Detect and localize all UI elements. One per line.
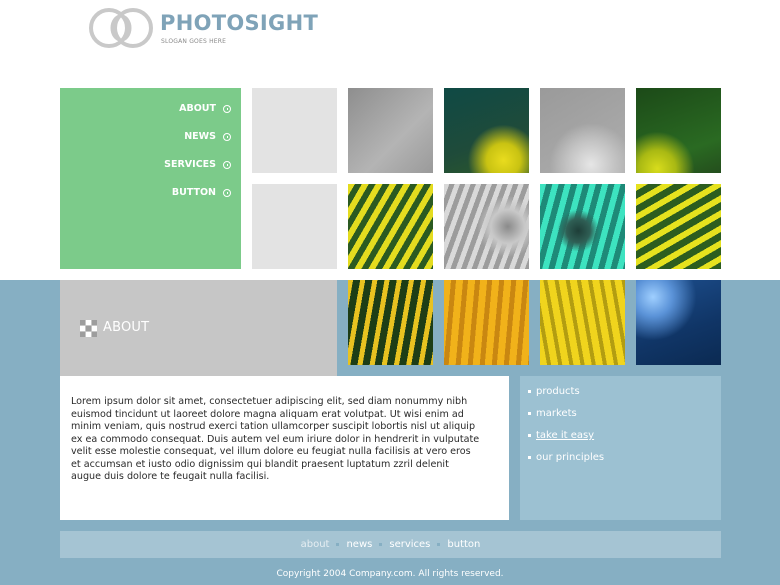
main-nav: ABOUT NEWS SERVICES BUTTON — [60, 88, 241, 269]
square-bullet-icon — [528, 390, 531, 393]
photo-tile — [348, 280, 433, 365]
photo-tile — [540, 280, 625, 365]
sidebar-link-products[interactable]: products — [528, 386, 580, 397]
grid-tile-blank — [252, 184, 337, 269]
nav-item-label: SERVICES — [164, 159, 216, 170]
brand-title: PHOTOSIGHT — [160, 11, 319, 35]
sidebar-link-label: markets — [536, 408, 577, 419]
circle-bullet-icon — [223, 188, 231, 197]
footer-link-news[interactable]: news — [346, 539, 372, 550]
photo-tile — [348, 88, 433, 173]
grid-tile-blank — [252, 88, 337, 173]
nav-item-news[interactable]: NEWS — [184, 131, 231, 142]
nav-item-about[interactable]: ABOUT — [179, 103, 231, 114]
footer-nav: about news services button — [60, 531, 721, 558]
section-title: ABOUT — [103, 320, 150, 335]
section-header: ABOUT — [60, 280, 337, 376]
nav-item-services[interactable]: SERVICES — [164, 159, 231, 170]
square-bullet-icon — [528, 434, 531, 437]
square-bullet-icon — [528, 412, 531, 415]
sidebar-links: products markets take it easy our princi… — [520, 376, 721, 520]
photo-tile — [444, 88, 529, 173]
nav-item-label: BUTTON — [171, 187, 216, 198]
photo-tile — [540, 88, 625, 173]
sidebar-link-label: products — [536, 386, 580, 397]
nav-item-label: ABOUT — [179, 103, 216, 114]
content-body: Lorem ipsum dolor sit amet, consectetuer… — [71, 396, 480, 482]
content-panel: Lorem ipsum dolor sit amet, consectetuer… — [60, 376, 509, 520]
circle-bullet-icon — [223, 104, 231, 113]
brand-slogan: SLOGAN GOES HERE — [161, 38, 227, 45]
nav-item-label: NEWS — [184, 131, 216, 142]
copyright-text: Copyright 2004 Company.com. All rights r… — [276, 569, 504, 579]
photo-tile — [444, 280, 529, 365]
footer-link-about[interactable]: about — [301, 539, 330, 550]
footer-link-button[interactable]: button — [447, 539, 480, 550]
circle-bullet-icon — [223, 160, 231, 169]
footer-separator — [379, 543, 383, 546]
circle-bullet-icon — [223, 132, 231, 141]
square-bullet-icon — [528, 456, 531, 459]
footer-separator — [437, 543, 441, 546]
photo-tile — [636, 280, 721, 365]
footer-link-services[interactable]: services — [389, 539, 430, 550]
sidebar-link-take-it-easy[interactable]: take it easy — [528, 430, 594, 441]
sidebar-link-markets[interactable]: markets — [528, 408, 577, 419]
photo-tile — [540, 184, 625, 269]
photo-tile — [444, 184, 529, 269]
nav-item-button[interactable]: BUTTON — [172, 187, 231, 198]
checker-icon — [80, 320, 97, 337]
photo-tile — [636, 88, 721, 173]
sidebar-link-label: take it easy — [536, 430, 595, 441]
sidebar-link-our-principles[interactable]: our principles — [528, 452, 604, 463]
photo-tile — [636, 184, 721, 269]
sidebar-link-label: our principles — [536, 452, 605, 463]
footer-separator — [336, 543, 340, 546]
photo-tile — [348, 184, 433, 269]
logo-rings-icon — [89, 8, 153, 48]
